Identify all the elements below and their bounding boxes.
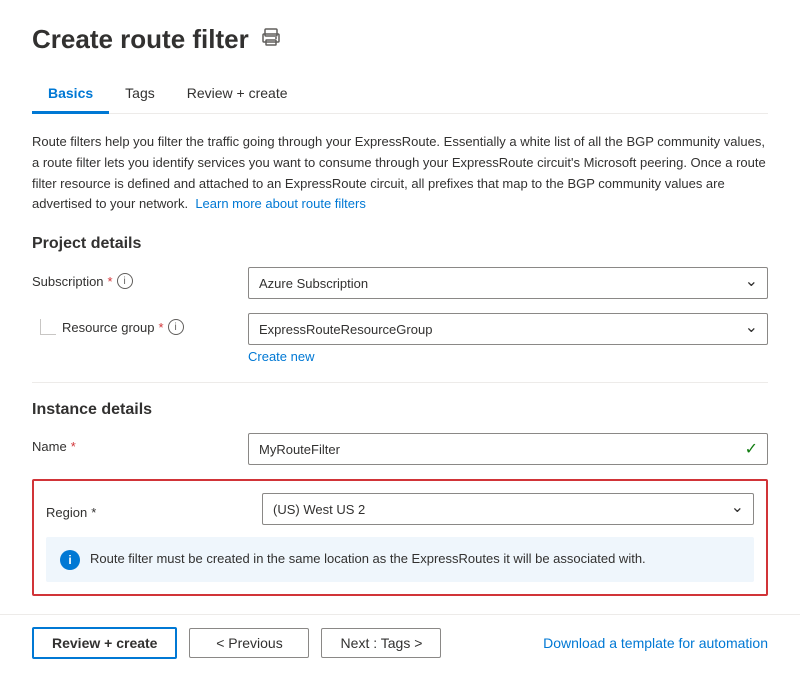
region-highlight-box: Region * (US) West US 2 i Route filter m… <box>32 479 768 596</box>
instance-details-title: Instance details <box>32 401 768 419</box>
project-details-title: Project details <box>32 235 768 253</box>
name-valid-icon: ✓ <box>745 439 758 459</box>
tab-review-create[interactable]: Review + create <box>171 75 304 114</box>
tab-basics[interactable]: Basics <box>32 75 109 114</box>
region-control: (US) West US 2 <box>262 493 754 525</box>
name-input-wrapper: ✓ <box>248 433 768 465</box>
page-title: Create route filter <box>32 24 249 55</box>
subscription-required: * <box>108 274 113 289</box>
previous-button[interactable]: < Previous <box>189 628 309 658</box>
resource-group-select[interactable]: ExpressRouteResourceGroup <box>248 313 768 345</box>
learn-more-link[interactable]: Learn more about route filters <box>195 196 366 211</box>
resource-group-indent: Resource group * i <box>32 319 184 335</box>
resource-group-select-wrapper: ExpressRouteResourceGroup <box>248 313 768 345</box>
resource-group-required: * <box>159 320 164 335</box>
description-text: Route filters help you filter the traffi… <box>32 132 768 215</box>
instance-details-section: Instance details Name * ✓ Region * <box>32 401 768 596</box>
region-required: * <box>91 505 96 520</box>
resource-group-label: Resource group * i <box>62 319 184 335</box>
name-label: Name * <box>32 433 232 454</box>
create-new-link[interactable]: Create new <box>248 349 768 364</box>
page-header: Create route filter <box>32 24 768 55</box>
region-label: Region * <box>46 499 246 520</box>
subscription-label: Subscription * i <box>32 267 232 289</box>
footer-bar: Review + create < Previous Next : Tags >… <box>0 614 800 671</box>
resource-group-row: Resource group * i ExpressRouteResourceG… <box>32 313 768 364</box>
subscription-select-wrapper: Azure Subscription <box>248 267 768 299</box>
region-select-wrapper: (US) West US 2 <box>262 493 754 525</box>
project-details-section: Project details Subscription * i Azure S… <box>32 235 768 364</box>
subscription-row: Subscription * i Azure Subscription <box>32 267 768 299</box>
subscription-control: Azure Subscription <box>248 267 768 299</box>
resource-group-control: ExpressRouteResourceGroup Create new <box>248 313 768 364</box>
region-info-text: Route filter must be created in the same… <box>90 549 646 569</box>
region-select[interactable]: (US) West US 2 <box>262 493 754 525</box>
region-row: Region * (US) West US 2 <box>46 493 754 525</box>
review-create-button[interactable]: Review + create <box>32 627 177 659</box>
name-control: ✓ <box>248 433 768 465</box>
info-circle-icon: i <box>60 550 80 570</box>
name-row: Name * ✓ <box>32 433 768 465</box>
print-icon[interactable] <box>261 27 281 52</box>
name-required: * <box>71 439 76 454</box>
tab-tags[interactable]: Tags <box>109 75 171 114</box>
resource-group-info-icon[interactable]: i <box>168 319 184 335</box>
next-button[interactable]: Next : Tags > <box>321 628 441 658</box>
indent-indicator <box>40 319 56 335</box>
resource-group-label-wrap: Resource group * i <box>32 313 232 335</box>
page-container: Create route filter Basics Tags Review +… <box>0 0 800 680</box>
section-divider <box>32 382 768 383</box>
name-input[interactable] <box>248 433 768 465</box>
tabs-container: Basics Tags Review + create <box>32 75 768 114</box>
subscription-info-icon[interactable]: i <box>117 273 133 289</box>
download-template-link[interactable]: Download a template for automation <box>543 635 768 651</box>
region-info-box: i Route filter must be created in the sa… <box>46 537 754 582</box>
subscription-select[interactable]: Azure Subscription <box>248 267 768 299</box>
